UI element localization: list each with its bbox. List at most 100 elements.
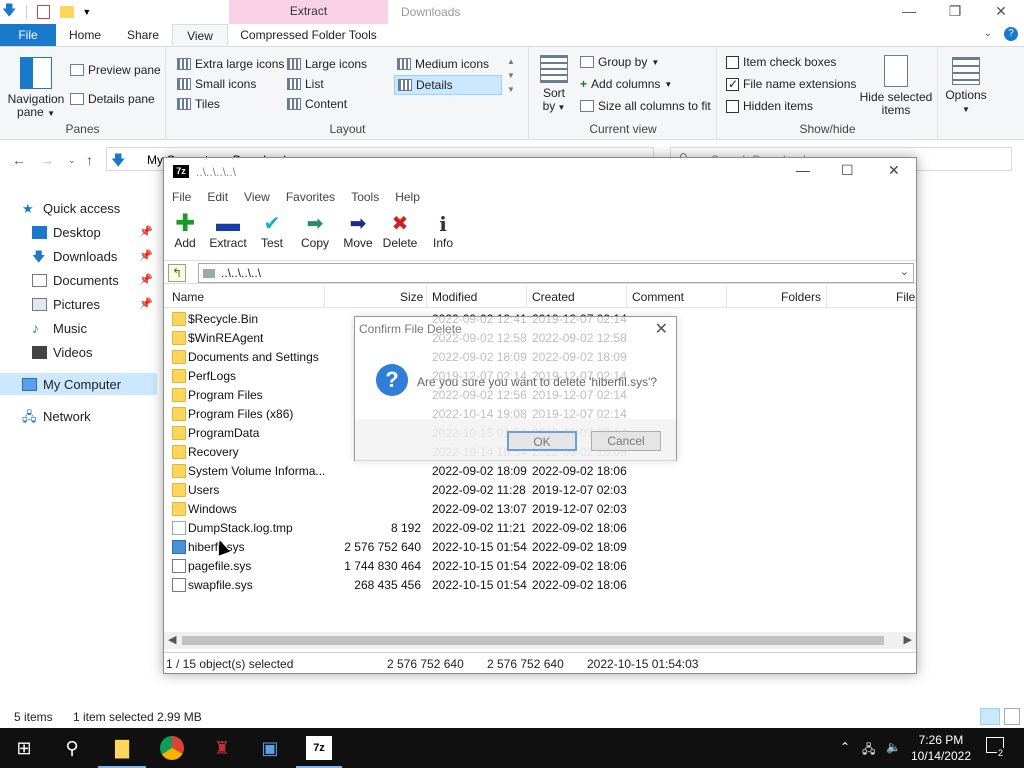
- nav-music[interactable]: ♪ Music: [0, 317, 157, 339]
- hide-selected-items-button[interactable]: Hide selected items: [858, 55, 934, 117]
- up-arrow-icon[interactable]: ↑: [86, 152, 93, 168]
- minimize-button[interactable]: —: [886, 0, 932, 24]
- scroll-left-icon[interactable]: ◀: [168, 633, 176, 646]
- hidden-items-checkbox[interactable]: [726, 99, 739, 113]
- folder-up-icon[interactable]: ↰: [168, 264, 186, 282]
- chevron-down-icon[interactable]: ⌄: [900, 265, 909, 278]
- properties-icon[interactable]: [37, 5, 51, 19]
- table-row[interactable]: DumpStack.log.tmp 8 192 2022-09-02 11:21 20…: [164, 519, 916, 538]
- size-all-columns-button[interactable]: Size all columns to fit: [580, 99, 711, 113]
- horizontal-scrollbar[interactable]: ◀ ▶: [164, 632, 916, 649]
- cancel-button[interactable]: Cancel: [591, 431, 661, 451]
- nav-network[interactable]: 🖧 Network: [0, 405, 157, 427]
- tab-file[interactable]: File: [0, 24, 56, 46]
- details-view-icon[interactable]: [980, 708, 1000, 725]
- layout-small-icons[interactable]: Small icons: [177, 77, 256, 91]
- menu-edit[interactable]: Edit: [207, 187, 236, 209]
- sevenzip-taskbar-icon[interactable]: 7z: [306, 736, 332, 760]
- system-clock[interactable]: 7:26 PM 10/14/2022: [911, 732, 971, 764]
- scrollbar-thumb[interactable]: [182, 636, 884, 645]
- chevron-down-icon[interactable]: ▼: [82, 7, 91, 17]
- file-explorer-icon[interactable]: ▇: [110, 736, 134, 760]
- menu-help[interactable]: Help: [395, 187, 428, 209]
- chevron-up-icon[interactable]: ⌃: [840, 740, 850, 754]
- nav-quick-access[interactable]: ★ Quick access: [0, 197, 157, 219]
- table-row[interactable]: Users 2022-09-02 11:28 2019-12-07 02:03: [164, 481, 916, 500]
- column-comment[interactable]: Comment: [632, 290, 684, 304]
- column-folders[interactable]: Folders: [781, 290, 821, 304]
- help-icon[interactable]: ?: [1004, 27, 1018, 41]
- preview-pane-button[interactable]: Preview pane: [70, 63, 161, 77]
- menu-favorites[interactable]: Favorites: [286, 187, 343, 209]
- layout-medium-icons[interactable]: Medium icons: [397, 57, 489, 71]
- ok-button[interactable]: OK: [507, 431, 577, 451]
- new-folder-icon[interactable]: [60, 6, 75, 18]
- down-arrow-icon[interactable]: 🡇: [2, 0, 16, 24]
- layout-large-icons[interactable]: Large icons: [287, 57, 367, 71]
- path-combobox[interactable]: ..\..\..\..\ ⌄: [198, 263, 914, 283]
- close-icon[interactable]: ✕: [655, 319, 668, 339]
- nav-downloads[interactable]: 🡇 Downloads 📌: [0, 245, 157, 267]
- minimize-button[interactable]: —: [796, 162, 810, 178]
- nav-videos[interactable]: Videos: [0, 341, 157, 363]
- windows-start-icon[interactable]: ⊞: [12, 736, 36, 760]
- layout-details[interactable]: Details: [394, 75, 502, 95]
- column-modified[interactable]: Modified: [432, 290, 477, 304]
- back-arrow-icon[interactable]: ←: [12, 152, 26, 168]
- column-name[interactable]: Name: [172, 290, 204, 304]
- menu-tools[interactable]: Tools: [351, 187, 387, 209]
- nav-documents[interactable]: Documents 📌: [0, 269, 157, 291]
- pin-icon[interactable]: 📌: [139, 273, 153, 286]
- layout-scroller[interactable]: ▲ ▼ ▼: [507, 55, 515, 97]
- close-button[interactable]: ✕: [888, 162, 900, 179]
- table-row[interactable]: hiberfil.sys 2 576 752 640 2022-10-15 01:5…: [164, 538, 916, 557]
- extract-button[interactable]: ▬ Extract: [204, 212, 252, 251]
- file-name-extensions-checkbox[interactable]: [726, 77, 739, 91]
- control-panel-icon[interactable]: ▣: [258, 736, 282, 760]
- details-pane-button[interactable]: Details pane: [70, 92, 155, 106]
- chrome-icon[interactable]: [160, 736, 184, 760]
- add-columns-button[interactable]: + Add columns ▼: [580, 77, 672, 91]
- hidden-items-toggle[interactable]: Hidden items: [726, 99, 813, 113]
- item-check-boxes-toggle[interactable]: Item check boxes: [726, 55, 836, 69]
- group-by-button[interactable]: Group by ▼: [580, 55, 659, 69]
- large-icons-view-icon[interactable]: [1004, 708, 1020, 725]
- pin-icon[interactable]: 📌: [139, 225, 153, 238]
- layout-tiles[interactable]: Tiles: [177, 97, 220, 111]
- nav-desktop[interactable]: Desktop 📌: [0, 221, 157, 243]
- column-created[interactable]: Created: [532, 290, 575, 304]
- tab-compressed-folder-tools[interactable]: Compressed Folder Tools: [229, 24, 388, 46]
- chevron-down-icon[interactable]: ⌄: [984, 28, 992, 39]
- menu-view[interactable]: View: [244, 187, 278, 209]
- tab-view[interactable]: View: [172, 24, 228, 46]
- file-name-extensions-toggle[interactable]: File name extensions: [726, 77, 856, 91]
- scroll-right-icon[interactable]: ▶: [904, 633, 912, 646]
- move-button[interactable]: ➡ Move: [334, 214, 382, 250]
- table-row[interactable]: System Volume Informa... 2022-09-02 18:09…: [164, 462, 916, 481]
- delete-button[interactable]: ✖ Delete: [376, 214, 424, 250]
- test-button[interactable]: ✔ Test: [248, 214, 296, 250]
- table-row[interactable]: pagefile.sys 1 744 830 464 2022-10-15 01:5…: [164, 557, 916, 576]
- column-size[interactable]: Size: [400, 290, 423, 304]
- app-icon[interactable]: ♜: [210, 736, 234, 760]
- pin-icon[interactable]: 📌: [139, 297, 153, 310]
- tab-share[interactable]: Share: [114, 24, 172, 46]
- layout-content[interactable]: Content: [287, 97, 347, 111]
- nav-my-computer[interactable]: My Computer: [0, 373, 157, 395]
- column-files[interactable]: File: [896, 290, 915, 304]
- navigation-pane-button[interactable]: Navigation pane ▼: [6, 57, 66, 120]
- info-button[interactable]: i Info: [419, 214, 467, 250]
- search-icon[interactable]: ⚲: [60, 736, 84, 760]
- layout-extra-large-icons[interactable]: Extra large icons: [177, 57, 284, 71]
- maximize-button[interactable]: ❐: [932, 0, 978, 24]
- maximize-button[interactable]: ☐: [841, 162, 854, 179]
- layout-list[interactable]: List: [287, 77, 324, 91]
- recent-locations-icon[interactable]: ⌄: [68, 155, 76, 166]
- network-tray-icon[interactable]: 🖧: [862, 740, 875, 761]
- tab-home[interactable]: Home: [56, 24, 114, 46]
- forward-arrow-icon[interactable]: →: [40, 152, 54, 168]
- options-button[interactable]: Options ▼: [940, 57, 992, 116]
- table-row[interactable]: swapfile.sys 268 435 456 2022-10-15 01:54 2…: [164, 576, 916, 595]
- sort-by-button[interactable]: Sort by ▼: [536, 55, 572, 114]
- volume-icon[interactable]: 🔈: [886, 740, 901, 754]
